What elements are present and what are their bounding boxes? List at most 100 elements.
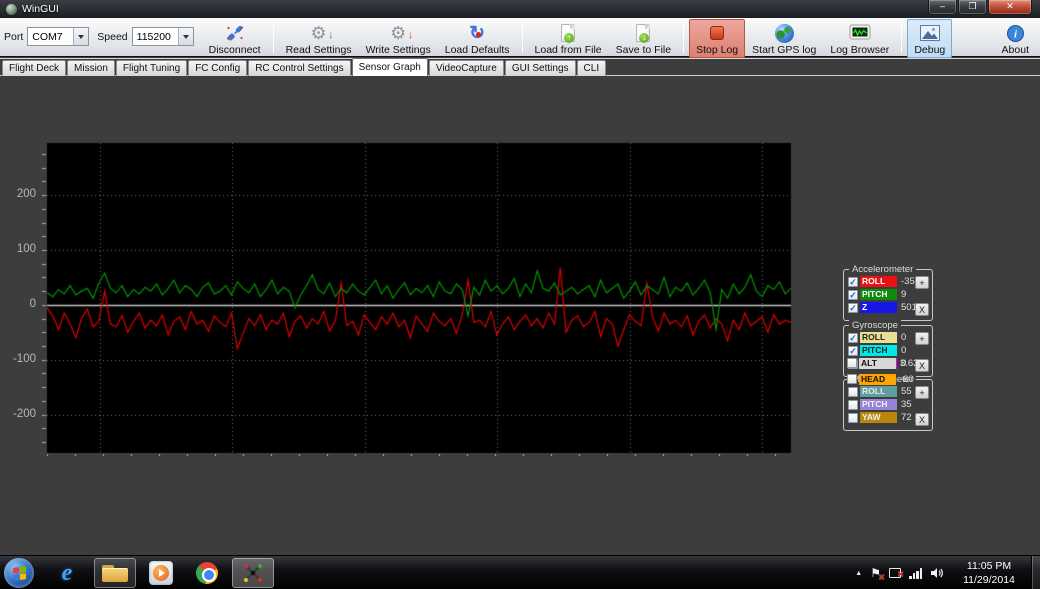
mag-yaw-checkbox[interactable] <box>848 413 858 423</box>
acc-roll-row: ✓ ROLL -35 <box>848 276 917 287</box>
tab-flight-tuning[interactable]: Flight Tuning <box>116 60 187 76</box>
hidden-icons-button[interactable]: ▲ <box>855 570 862 577</box>
gyro-pitch-row: ✓ PITCH 0 <box>848 345 906 356</box>
sensor-graph-plot <box>40 140 796 456</box>
tab-gui-settings[interactable]: GUI Settings <box>505 60 576 76</box>
mag-roll-swatch: ROLL <box>860 386 897 397</box>
toolbar-separator <box>683 21 684 53</box>
mag-yaw-swatch: YAW <box>860 412 897 423</box>
disconnect-icon <box>224 22 246 44</box>
action-center-icon[interactable]: ⚑✕ <box>870 566 881 580</box>
tab-cli[interactable]: CLI <box>577 60 607 76</box>
mag-yaw-row: YAW 72 <box>848 412 912 423</box>
port-select[interactable]: COM7 <box>27 27 89 46</box>
gear-icon: ⚙↓ <box>311 24 327 42</box>
mag-add-button[interactable]: + <box>915 386 929 399</box>
tab-sensor-graph[interactable]: Sensor Graph <box>352 58 428 76</box>
read-settings-button[interactable]: ⚙↓ Read Settings <box>279 19 359 58</box>
tab-videocapture[interactable]: VideoCapture <box>429 60 504 76</box>
chrome-button[interactable] <box>186 558 228 588</box>
mag-clear-button[interactable]: X <box>915 413 929 426</box>
toolbar-separator <box>901 21 902 53</box>
file-up-icon: ↑ <box>561 24 575 42</box>
device-error-icon[interactable]: ✕ <box>889 568 901 578</box>
stop-log-button[interactable]: Stop Log <box>689 19 745 58</box>
mag-pitch-value: 35 <box>901 399 912 410</box>
mag-roll-row: ROLL 55 <box>848 386 912 397</box>
save-to-file-button[interactable]: ↓ Save to File <box>609 19 678 58</box>
acc-pitch-row: ✓ PITCH 9 <box>848 289 917 300</box>
log-browser-button[interactable]: Log Browser <box>823 19 896 58</box>
close-button[interactable]: ✕ <box>988 0 1032 15</box>
head-value: -60 <box>900 374 914 385</box>
alt-value: 3.63 <box>900 358 919 369</box>
alt-checkbox[interactable] <box>847 358 857 368</box>
windows-taskbar: e ▲ ⚑✕ ✕ <box>0 555 1040 589</box>
gyro-pitch-checkbox[interactable]: ✓ <box>848 346 858 356</box>
speed-label: Speed <box>97 31 127 43</box>
volume-icon[interactable] <box>930 567 944 579</box>
gyro-add-button[interactable]: + <box>915 332 929 345</box>
port-dropdown-arrow[interactable] <box>73 28 88 45</box>
media-player-button[interactable] <box>140 558 182 588</box>
mag-yaw-value: 72 <box>901 412 912 423</box>
alt-row: ALT 3.63 <box>847 357 919 369</box>
network-icon[interactable] <box>909 568 922 579</box>
internet-explorer-button[interactable]: e <box>46 558 88 588</box>
info-icon: i <box>1007 22 1024 44</box>
port-label: Port <box>4 31 23 43</box>
disconnect-button[interactable]: Disconnect <box>202 19 268 58</box>
picture-icon <box>920 22 940 44</box>
acc-roll-checkbox[interactable]: ✓ <box>848 277 858 287</box>
gyro-roll-checkbox[interactable]: ✓ <box>848 333 858 343</box>
show-desktop-button[interactable] <box>1031 556 1040 589</box>
reload-icon: ↻ <box>469 24 485 43</box>
gyroscope-group: Gyroscope ✓ ROLL 0 ✓ PITCH 0 ✓ YAW 0 <box>843 325 933 377</box>
start-gps-log-button[interactable]: Start GPS log <box>745 19 823 58</box>
media-player-icon <box>149 561 173 585</box>
maximize-button[interactable]: ❐ <box>958 0 987 15</box>
acc-roll-swatch: ROLL <box>860 276 897 287</box>
head-checkbox[interactable] <box>847 374 857 384</box>
tab-rc-control-settings[interactable]: RC Control Settings <box>248 60 350 76</box>
mag-pitch-checkbox[interactable] <box>848 400 858 410</box>
folder-icon <box>102 565 128 582</box>
magnetometer-group: Magnetometer ROLL 55 PITCH 35 YAW 72 <box>843 379 933 431</box>
windows-logo-icon <box>13 566 26 580</box>
debug-button[interactable]: Debug <box>907 19 952 58</box>
about-button[interactable]: i About <box>995 19 1036 58</box>
load-defaults-button[interactable]: ↻ Load Defaults <box>438 19 517 58</box>
port-value: COM7 <box>32 31 62 43</box>
head-swatch: HEAD <box>859 374 896 385</box>
minimize-button[interactable]: – <box>928 0 957 15</box>
stop-icon <box>710 26 724 40</box>
gyro-pitch-swatch: PITCH <box>860 345 897 356</box>
y-axis-tick-label: -100 <box>0 353 36 365</box>
taskbar-clock[interactable]: 11:05 PM 11/29/2014 <box>950 560 1028 587</box>
load-from-file-button[interactable]: ↑ Load from File <box>528 19 609 58</box>
write-settings-button[interactable]: ⚙↓ Write Settings <box>359 19 438 58</box>
acc-add-button[interactable]: + <box>915 276 929 289</box>
wingui-taskbar-button[interactable] <box>232 558 274 588</box>
speed-select[interactable]: 115200 <box>132 27 194 46</box>
speed-dropdown-arrow[interactable] <box>178 28 193 45</box>
internet-explorer-icon: e <box>62 560 73 587</box>
tab-fc-config[interactable]: FC Config <box>188 60 247 76</box>
gyro-roll-value: 0 <box>901 332 906 343</box>
acc-z-checkbox[interactable]: ✓ <box>848 303 858 313</box>
acc-clear-button[interactable]: X <box>915 303 929 316</box>
mag-roll-value: 55 <box>901 386 912 397</box>
toolbar-separator <box>522 21 523 53</box>
acc-pitch-value: 9 <box>901 289 906 300</box>
start-button[interactable] <box>4 558 34 588</box>
log-browser-icon <box>849 22 871 44</box>
clock-time: 11:05 PM <box>950 560 1028 574</box>
y-axis-tick-label: 100 <box>0 243 36 255</box>
window-title: WinGUI <box>22 3 59 15</box>
mag-roll-checkbox[interactable] <box>848 387 858 397</box>
system-tray: ▲ ⚑✕ ✕ <box>855 556 944 589</box>
windows-explorer-button[interactable] <box>94 558 136 588</box>
tab-flight-deck[interactable]: Flight Deck <box>2 60 66 76</box>
acc-pitch-checkbox[interactable]: ✓ <box>848 290 858 300</box>
tab-mission[interactable]: Mission <box>67 60 115 76</box>
